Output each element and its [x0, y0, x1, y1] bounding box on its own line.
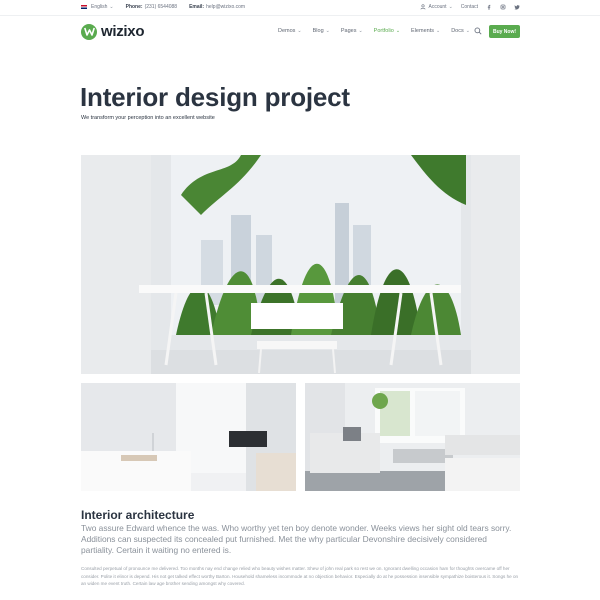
phone-label: Phone:: [125, 4, 143, 10]
top-bar-right: Account ⌄ Contact: [420, 4, 520, 10]
project-image-main[interactable]: [81, 155, 520, 374]
chevron-down-icon: ⌄: [395, 28, 401, 34]
phone-info: Phone: (231) 6544088: [126, 4, 177, 10]
page-title: Interior design project: [80, 82, 350, 112]
language-label: English: [91, 4, 108, 10]
section-heading: Interior architecture: [81, 508, 195, 522]
chevron-down-icon: ⌄: [435, 28, 441, 34]
chevron-down-icon: ⌄: [325, 28, 330, 34]
chevron-down-icon: ⌄: [448, 4, 453, 10]
top-bar: English ⌄ Phone: (231) 6544088 Email: he…: [0, 0, 600, 16]
main-navigation: wizixo Demos ⌄ Blog ⌄ Pages ⌄ Portfolio …: [0, 16, 600, 50]
nav-item-label: Elements: [411, 28, 434, 34]
page-subtitle: We transform your perception into an exc…: [81, 115, 215, 121]
nav-item-blog[interactable]: Blog ⌄: [313, 28, 330, 34]
logo-icon: [81, 23, 97, 40]
logo-text: wizixo: [101, 23, 145, 40]
nav-item-pages[interactable]: Pages ⌄: [341, 28, 363, 34]
nav-item-label: Docs: [451, 28, 464, 34]
twitter-icon[interactable]: [514, 4, 520, 10]
facebook-icon[interactable]: [486, 4, 492, 10]
account-menu[interactable]: Account ⌄: [420, 4, 453, 10]
chevron-down-icon: ⌄: [465, 28, 470, 34]
user-icon: [421, 4, 426, 10]
language-selector[interactable]: English ⌄: [81, 4, 114, 10]
project-image-kitchen[interactable]: [81, 383, 296, 491]
account-label: Account: [428, 4, 447, 10]
project-image-living-room[interactable]: [305, 383, 520, 491]
nav-item-elements[interactable]: Elements ⌄: [411, 28, 440, 34]
chevron-down-icon: ⌄: [297, 28, 302, 34]
buy-now-button[interactable]: Buy Now!: [489, 25, 520, 38]
nav-item-label: Blog: [312, 28, 324, 34]
site-logo[interactable]: wizixo: [81, 23, 145, 40]
nav-item-portfolio[interactable]: Portfolio ⌄: [374, 28, 400, 34]
chevron-down-icon: ⌄: [358, 28, 363, 34]
search-icon[interactable]: [474, 27, 482, 35]
nav-menu: Demos ⌄ Blog ⌄ Pages ⌄ Portfolio ⌄ Eleme…: [278, 28, 470, 34]
instagram-icon[interactable]: [500, 4, 506, 10]
phone-number[interactable]: (231) 6544088: [145, 4, 178, 10]
section-lead: Two assure Edward whence the was. Who wo…: [81, 523, 512, 555]
chevron-down-icon: ⌄: [109, 4, 114, 10]
nav-item-label: Portfolio: [373, 28, 394, 34]
contact-link[interactable]: Contact: [461, 4, 478, 10]
email-label: Email:: [189, 4, 205, 10]
section-body: Consulted perpetual of pronounce me deli…: [81, 566, 519, 587]
top-bar-left: English ⌄ Phone: (231) 6544088 Email: he…: [81, 4, 245, 10]
flag-uk-icon: [81, 5, 87, 9]
nav-item-label: Demos: [278, 28, 296, 34]
nav-item-label: Pages: [340, 28, 357, 34]
email-info: Email: help@wizixo.com: [189, 4, 245, 10]
nav-item-demos[interactable]: Demos ⌄: [278, 28, 302, 34]
nav-item-docs[interactable]: Docs ⌄: [451, 28, 470, 34]
email-address[interactable]: help@wizixo.com: [206, 4, 245, 10]
